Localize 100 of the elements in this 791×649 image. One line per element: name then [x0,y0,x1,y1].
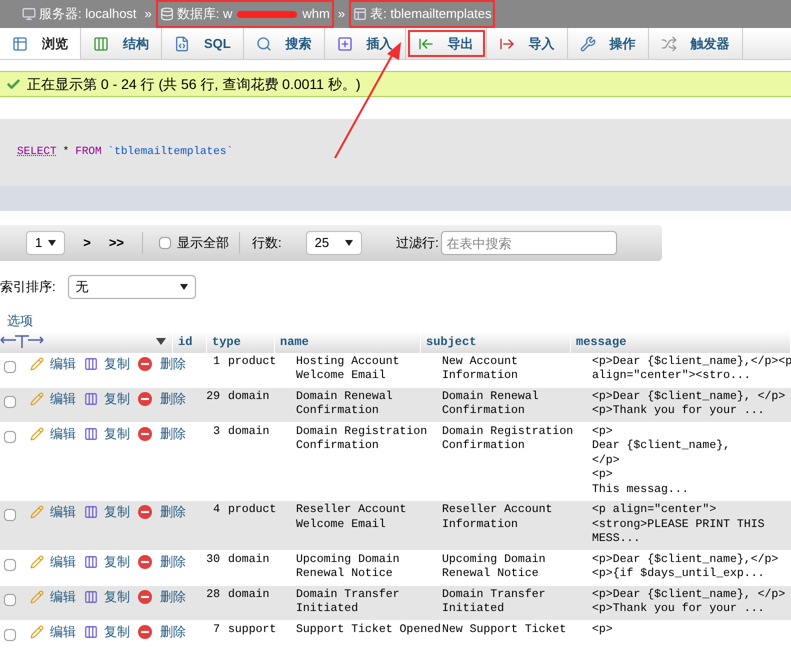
copy-link[interactable]: 复制 [104,426,130,440]
pencil-icon [30,554,44,568]
table-cell: Upcoming Domain Renewal Notice [296,552,400,580]
row-checkbox[interactable] [4,558,16,570]
delete-link[interactable]: 删除 [160,426,186,440]
edit-link[interactable]: 编辑 [50,356,76,370]
row-checkbox[interactable] [4,628,16,640]
table-cell: domain [228,390,270,402]
rows-select[interactable]: 25 [306,231,362,255]
row-checkbox[interactable] [4,396,16,408]
copy-link[interactable]: 复制 [104,554,130,568]
tab[interactable]: 搜索 [244,28,325,59]
edit-link[interactable]: 编辑 [50,392,76,406]
copy-link[interactable]: 复制 [104,392,130,406]
tab-label: 触发器 [690,34,730,53]
breadcrumb-separator: » [144,5,152,24]
document-icon [174,36,190,52]
table-cell: 30 [206,552,220,566]
edit-link[interactable]: 编辑 [50,554,76,568]
filter-input[interactable]: 在表中搜索 [440,231,617,255]
message-text: 正在显示第 0 - 24 行 (共 56 行, 查询花费 0.0011 秒。) [27,74,360,94]
breadcrumb-link[interactable]: 服务器: localhost [20,2,139,26]
table-icon [12,36,28,52]
table-cell: 28 [206,588,220,600]
tab-label: 操作 [610,34,636,53]
monitor-icon [22,7,36,21]
page-select[interactable]: 1 [26,231,66,255]
column-header[interactable]: message [576,332,626,350]
pencil-icon [30,505,44,519]
next-page-button[interactable]: > [83,233,91,253]
tab-label: SQL [204,34,231,53]
row-checkbox[interactable] [4,594,16,606]
pencil-icon [30,392,44,406]
table-cell: 29 [206,390,220,402]
copy-link[interactable]: 复制 [104,356,130,370]
table-cell: Upcoming Domain Renewal Notice [442,552,546,580]
table-cell: <p> [592,622,613,636]
pencil-icon [30,426,44,440]
delete-link[interactable]: 删除 [160,624,186,638]
tab-label: 浏览 [42,34,68,53]
column-header[interactable]: type [212,332,241,350]
row-checkbox[interactable] [4,360,16,372]
pencil-icon [30,356,44,370]
sql-table-name: `tblemailtemplates` [108,145,234,160]
tab[interactable]: 结构 [81,28,162,59]
copy-link[interactable]: 复制 [104,624,130,638]
row-checkbox[interactable] [4,430,16,442]
breadcrumb-link[interactable]: 表: tblemailtemplates [351,2,494,26]
tab[interactable]: 导出 [406,28,487,59]
dropdown-icon [345,240,354,246]
tab-label: 插入 [366,34,393,53]
delete-link[interactable]: 删除 [160,356,186,370]
table-cell: domain [228,424,270,438]
tab[interactable]: 导入 [486,28,568,59]
table-cell: <p>Dear {$client_name}, </p> <p>Thank you for your ... [592,390,786,417]
sort-select[interactable]: 无 [68,275,196,299]
table-cell: domain [228,588,270,600]
table-cell: Reseller Account Welcome Email [296,503,406,530]
edit-link[interactable]: 编辑 [50,505,76,519]
breadcrumb-link[interactable]: 数据库: w whm [158,2,332,26]
copy-link[interactable]: 复制 [104,590,130,604]
table-cell: <p> Dear {$client_name}, </p> <p> This messag... [592,424,730,496]
edit-link[interactable]: 编辑 [50,590,76,604]
tab[interactable]: 操作 [568,28,649,59]
tab-label: 导入 [528,34,555,53]
edit-link[interactable]: 编辑 [50,426,76,440]
table-cell: domain [228,552,270,566]
copy-link[interactable]: 复制 [104,505,130,519]
table-cell: product [228,503,276,516]
row-checkbox[interactable] [4,509,16,521]
filter-label: 过滤行: [396,234,439,252]
column-header[interactable]: subject [426,332,476,350]
edit-link[interactable]: 编辑 [50,624,76,638]
table-cell: Domain Transfer Initiated [442,588,546,615]
columns-icon [93,36,109,52]
delete-icon [138,356,152,370]
delete-icon [138,590,152,604]
options-link[interactable]: 选项 [7,311,791,330]
delete-link[interactable]: 删除 [160,554,186,568]
column-header[interactable]: name [280,332,309,350]
table-cell: Support Ticket Opened [296,622,441,636]
tab[interactable]: 触发器 [648,28,743,59]
delete-link[interactable]: 删除 [160,505,186,519]
sort-triangle-icon[interactable] [156,338,166,345]
delete-link[interactable]: 删除 [160,590,186,604]
column-resize-icon[interactable] [0,334,44,348]
column-header[interactable]: id [178,332,192,350]
sql-keyword[interactable]: SELECT [17,144,57,161]
dropdown-icon [180,284,188,290]
last-page-button[interactable]: >> [108,233,124,253]
sort-label: 索引排序: [0,278,56,296]
checkbox-label: 显示全部 [177,234,230,252]
tab[interactable]: SQL [162,28,244,59]
table-cell: New Support Ticket [442,622,566,636]
tab[interactable]: 浏览 [0,28,81,59]
delete-link[interactable]: 删除 [160,392,186,406]
breadcrumb-separator: » [338,5,346,24]
checkbox[interactable] [159,237,172,249]
rows-label: 行数: [252,234,282,252]
table-cell: product [228,354,276,368]
